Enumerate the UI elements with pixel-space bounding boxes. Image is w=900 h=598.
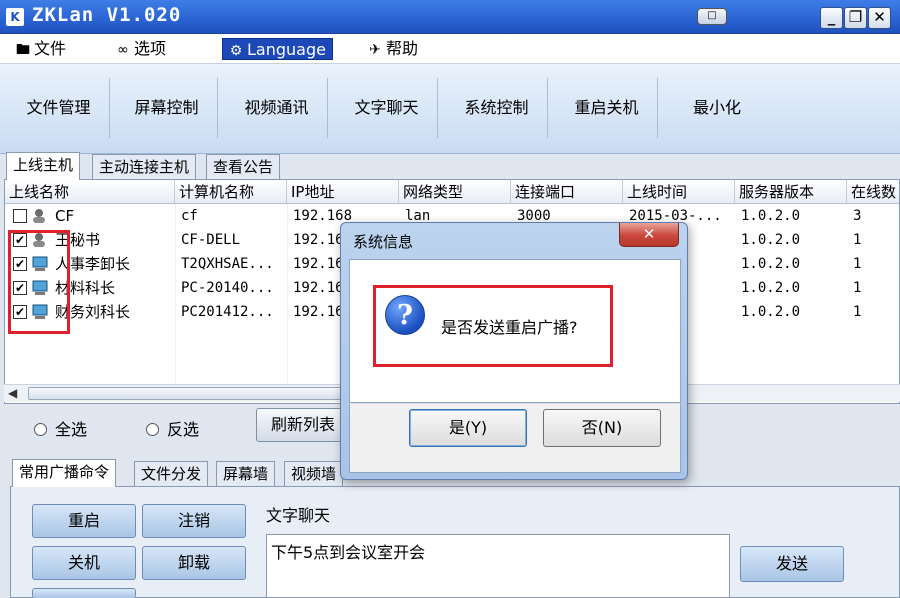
tool-video[interactable]: 视频通讯 — [226, 78, 328, 138]
shutdown-button[interactable]: 关机 — [32, 546, 136, 580]
computer-name: PC-20140... — [181, 280, 274, 296]
tab-online-hosts[interactable]: 上线主机 — [6, 152, 81, 180]
server-version: 1.0.2.0 — [741, 232, 801, 248]
computer-name: PC201412... — [181, 304, 274, 320]
host-name: CF — [55, 207, 75, 225]
tab-file-distribution[interactable]: 文件分发 — [134, 461, 209, 487]
radio-circle — [34, 423, 47, 436]
title-bar: K ZKLan V1.020 □ _ ❐ ✕ — [0, 0, 900, 34]
tab-announcement[interactable]: 查看公告 — [206, 154, 281, 180]
more-command-button[interactable] — [32, 588, 136, 598]
col-computer[interactable]: 计算机名称 — [175, 180, 287, 204]
computer-name: cf — [181, 208, 198, 224]
tool-system-control[interactable]: 系统控制 — [446, 78, 548, 138]
close-button[interactable]: ✕ — [868, 7, 891, 29]
restart-button[interactable]: 重启 — [32, 504, 136, 538]
online-count: 3 — [853, 208, 862, 224]
tab-screen-wall[interactable]: 屏幕墙 — [216, 461, 276, 487]
menu-file-label: 文件 — [34, 39, 67, 58]
menu-bar: 🖿 文件 ∞ 选项 ⚙ Language ✈ 帮助 — [0, 34, 900, 64]
menu-file[interactable]: 🖿 文件 — [12, 38, 66, 60]
col-port[interactable]: 连接端口 — [511, 180, 623, 204]
logout-button[interactable]: 注销 — [142, 504, 246, 538]
tool-minimize[interactable]: 最小化 — [666, 78, 768, 138]
dialog-message: 是否发送重启广播? — [441, 318, 578, 337]
system-info-dialog: 系统信息 ✕ ? 是否发送重启广播? 是(Y) 否(N) — [340, 222, 688, 480]
tool-file-manage[interactable]: 文件管理 — [8, 78, 110, 138]
menu-options[interactable]: ∞ 选项 — [112, 38, 166, 60]
list-header: 上线名称 计算机名称 IP地址 网络类型 连接端口 上线时间 服务器版本 在线数 — [5, 180, 899, 204]
no-button[interactable]: 否(N) — [543, 409, 661, 447]
server-version: 1.0.2.0 — [741, 208, 801, 224]
tool-screen-control[interactable]: 屏幕控制 — [116, 78, 218, 138]
glasses-icon: ∞ — [117, 42, 129, 58]
maximize-button[interactable]: ❐ — [844, 7, 867, 29]
server-version: 1.0.2.0 — [741, 280, 801, 296]
server-version: 1.0.2.0 — [741, 304, 801, 320]
toolbar: 文件管理 屏幕控制 视频通讯 文字聊天 系统控制 重启关机 最小化 — [0, 64, 900, 154]
dialog-close-button[interactable]: ✕ — [619, 223, 679, 247]
menu-help[interactable]: ✈ 帮助 — [364, 38, 418, 60]
server-version: 1.0.2.0 — [741, 256, 801, 272]
app-icon: K — [6, 8, 24, 26]
language-icon: ⚙ — [229, 43, 243, 59]
folder-icon: 🖿 — [16, 42, 30, 58]
minimize-button[interactable]: _ — [820, 7, 843, 29]
row-checkbox[interactable] — [13, 209, 27, 223]
tool-restart-shutdown[interactable]: 重启关机 — [556, 78, 658, 138]
menu-options-label: 选项 — [134, 39, 167, 58]
menu-language-label: Language — [247, 40, 326, 59]
main-tabs: 上线主机 主动连接主机 查看公告 — [0, 152, 900, 180]
refresh-list-button[interactable]: 刷新列表 — [256, 408, 348, 442]
online-count: 1 — [853, 232, 862, 248]
online-count: 1 — [853, 280, 862, 296]
col-version[interactable]: 服务器版本 — [735, 180, 847, 204]
menu-help-label: 帮助 — [386, 39, 419, 58]
window-title: ZKLan V1.020 — [32, 4, 182, 26]
select-all-label: 全选 — [55, 420, 88, 439]
radio-circle — [146, 423, 159, 436]
tab-video-wall[interactable]: 视频墙 — [284, 461, 344, 487]
select-all-radio[interactable]: 全选 — [34, 416, 87, 440]
question-icon: ? — [385, 295, 425, 335]
restore-small-button[interactable]: □ — [697, 8, 727, 25]
help-icon: ✈ — [369, 42, 381, 58]
online-count: 1 — [853, 256, 862, 272]
tool-text-chat[interactable]: 文字聊天 — [336, 78, 438, 138]
scroll-left-icon[interactable]: ◀ — [8, 386, 17, 400]
col-ip[interactable]: IP地址 — [287, 180, 399, 204]
invert-radio[interactable]: 反选 — [146, 416, 199, 440]
col-name[interactable]: 上线名称 — [5, 180, 175, 204]
tab-broadcast-commands[interactable]: 常用广播命令 — [12, 459, 117, 487]
online-count: 1 — [853, 304, 862, 320]
menu-language[interactable]: ⚙ Language — [222, 38, 333, 60]
chat-input[interactable]: 下午5点到会议室开会 — [266, 534, 730, 598]
col-online[interactable]: 在线数 — [847, 180, 899, 204]
tab-active-connect[interactable]: 主动连接主机 — [92, 154, 197, 180]
yes-button[interactable]: 是(Y) — [409, 409, 527, 447]
computer-name: CF-DELL — [181, 232, 241, 248]
dialog-title: 系统信息 — [353, 233, 414, 251]
col-network[interactable]: 网络类型 — [399, 180, 511, 204]
chat-label: 文字聊天 — [266, 506, 331, 525]
uninstall-button[interactable]: 卸载 — [142, 546, 246, 580]
send-button[interactable]: 发送 — [740, 546, 844, 582]
person-icon — [33, 209, 45, 223]
computer-name: T2QXHSAE... — [181, 256, 274, 272]
col-time[interactable]: 上线时间 — [623, 180, 735, 204]
invert-label: 反选 — [167, 420, 200, 439]
highlight-box — [8, 230, 70, 334]
